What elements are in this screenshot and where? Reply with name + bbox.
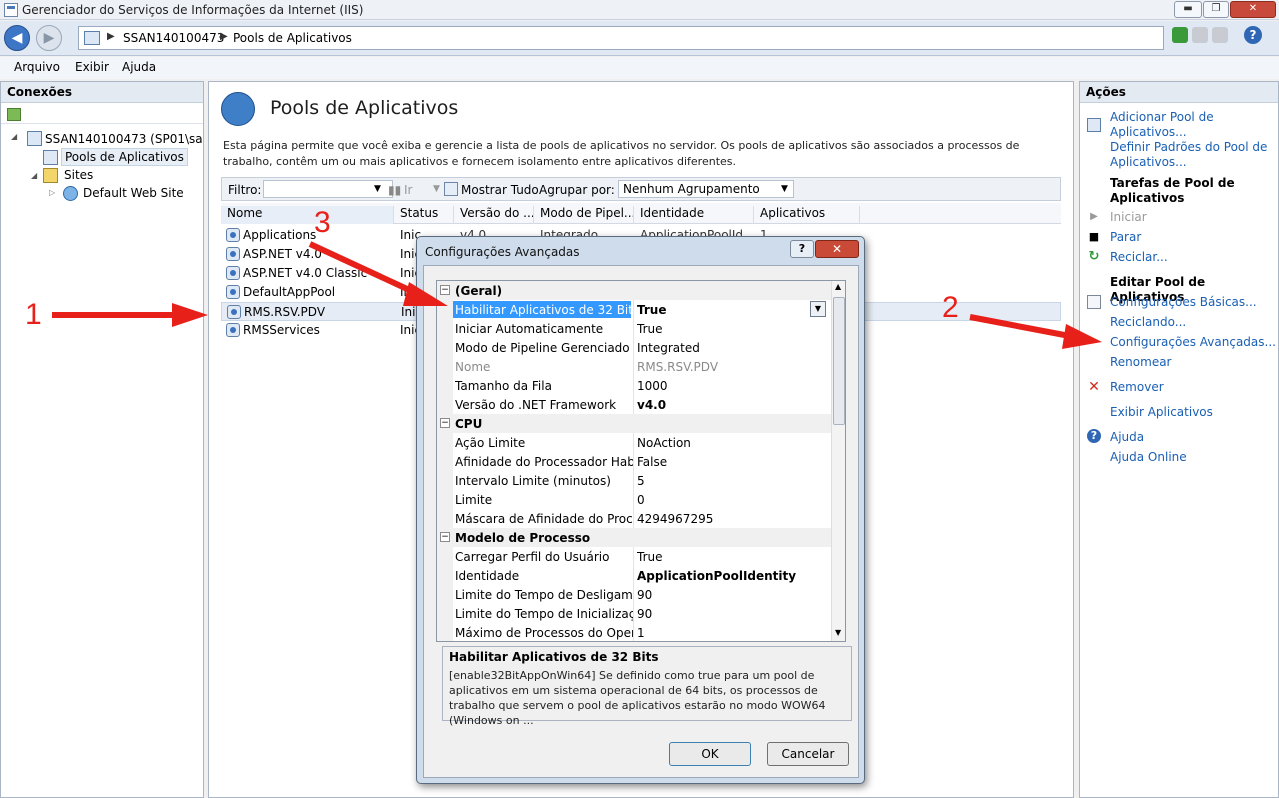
annotation-number-1: 1: [25, 298, 42, 331]
annotation-number-2: 2: [942, 291, 959, 324]
annotation-overlay: [52, 241, 1102, 349]
arrow-1: [52, 303, 208, 327]
annotation-number-3: 3: [314, 206, 331, 239]
arrow-2: [969, 314, 1102, 349]
arrow-3: [308, 241, 448, 306]
